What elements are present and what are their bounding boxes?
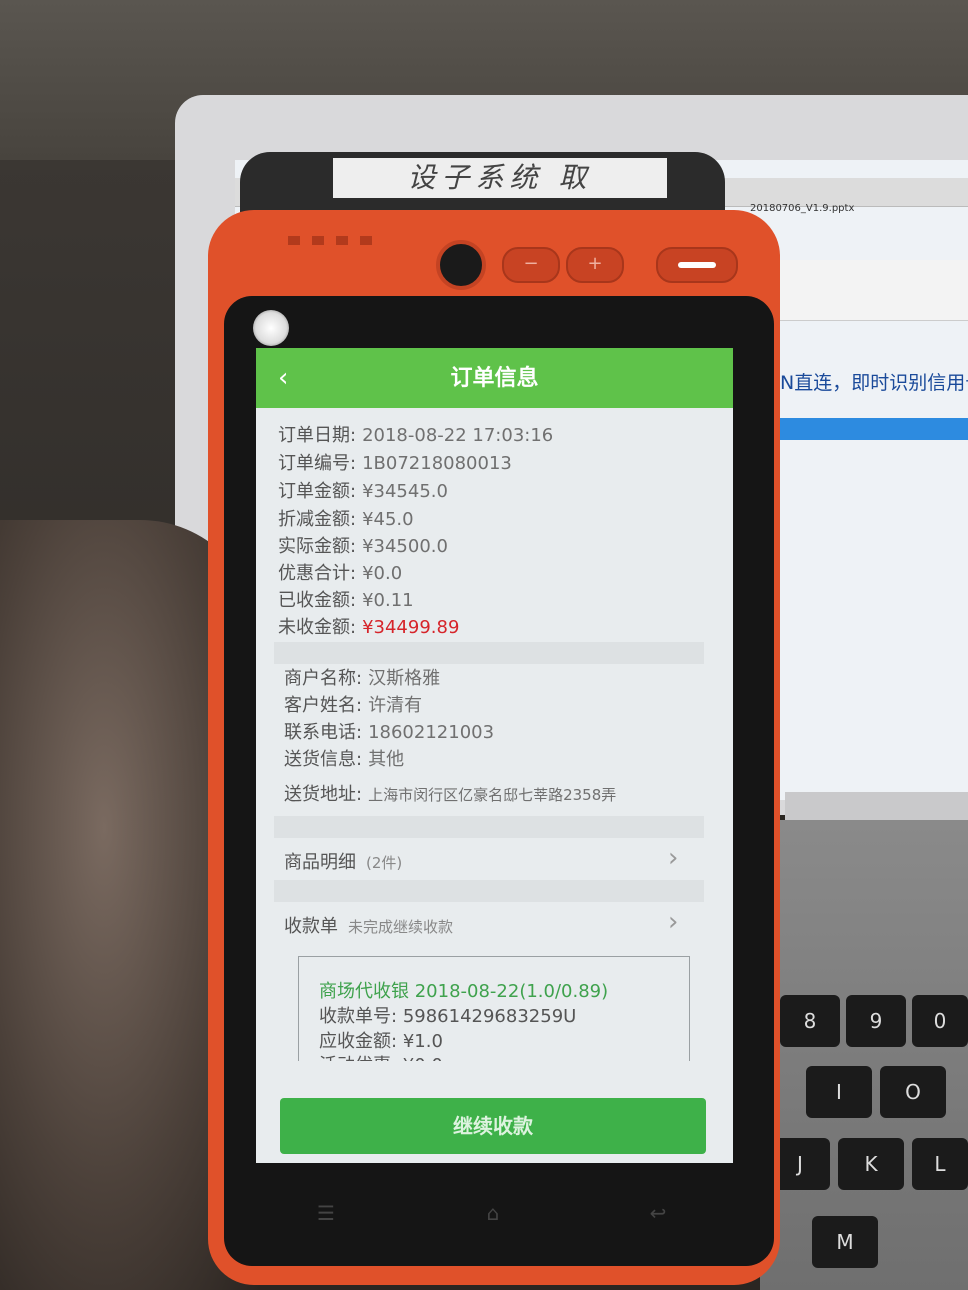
speaker-dots [288,230,384,249]
order-amount-row: 订单金额: ¥34545.0 [278,477,448,504]
phone-value: 18602121003 [368,722,495,743]
volume-down-button[interactable]: − [502,247,560,283]
flash-glare [253,310,289,346]
order-no-value: 1B07218080013 [362,453,512,474]
section-divider [274,642,704,664]
camera-icon [436,240,486,290]
key-9: 9 [846,995,906,1047]
discount-value: ¥45.0 [362,509,414,530]
product-details-label: 商品明细 (2件) [284,848,402,874]
key-m: M [812,1216,878,1268]
home-icon[interactable]: ⌂ [475,1201,511,1225]
received-label: 已收金额: [278,590,357,611]
order-amount-value: ¥34545.0 [362,481,448,502]
chevron-right-icon: › [668,907,679,937]
receipt-no-label: 收款单号: [319,1006,398,1027]
discount-label: 折减金额: [278,509,357,530]
page-title: 订单信息 [450,366,539,391]
app-bar: ‹ 订单信息 [256,348,733,408]
order-no-label: 订单编号: [278,453,357,474]
merchant-label: 商户名称: [284,668,363,689]
payment-row[interactable]: 收款单 未完成继续收款 › [274,900,704,950]
menu-icon[interactable]: ☰ [308,1201,344,1225]
delivery-row: 送货信息: 其他 [284,745,404,772]
key-0: 0 [912,995,968,1047]
actual-amount-value: ¥34500.0 [362,536,448,557]
promo-label: 优惠合计: [278,563,357,584]
phone-row: 联系电话: 18602121003 [284,718,494,745]
due-amount-row: 应收金额: ¥1.0 [319,1027,443,1053]
unreceived-value: ¥34499.89 [362,617,460,638]
device-label: 设子系统 取 [333,158,667,198]
laptop-ribbon [770,260,968,321]
chevron-right-icon: › [668,843,679,873]
received-row: 已收金额: ¥0.11 [278,586,414,613]
discount-row: 折减金额: ¥45.0 [278,505,414,532]
product-count: (2件) [366,854,403,872]
order-amount-label: 订单金额: [278,481,357,502]
merchant-value: 汉斯格雅 [368,668,441,689]
address-value: 上海市闵行区亿豪名邸七莘路2358弄 [368,786,617,804]
laptop-slide-bar [780,418,968,440]
laptop-slide-text: N直连，即时识别信用卡 [780,372,968,394]
partial-row: 活动优惠: ¥0.0 [319,1051,443,1061]
unreceived-label: 未收金额: [278,617,357,638]
laptop-dock [785,792,968,822]
volume-up-button[interactable]: + [566,247,624,283]
product-details-row[interactable]: 商品明细 (2件) › [274,836,704,886]
receipt-no-value: 59861429683259U [402,1006,577,1027]
actual-amount-row: 实际金额: ¥34500.0 [278,532,448,559]
merchant-row: 商户名称: 汉斯格雅 [284,664,440,691]
customer-name-row: 客户姓名: 许清有 [284,691,422,718]
received-value: ¥0.11 [362,590,414,611]
customer-name-value: 许清有 [368,695,423,716]
due-amount-label: 应收金额: [319,1031,398,1052]
unreceived-row: 未收金额: ¥34499.89 [278,613,459,640]
actual-amount-label: 实际金额: [278,536,357,557]
continue-payment-button[interactable]: 继续收款 [280,1098,706,1154]
payment-card: 商场代收银 2018-08-22(1.0/0.89) 收款单号: 5986142… [298,956,690,1061]
payment-card-header: 商场代收银 2018-08-22(1.0/0.89) [319,981,609,1002]
order-date-value: 2018-08-22 17:03:16 [362,425,554,446]
payment-label: 收款单 未完成继续收款 [284,912,453,938]
delivery-label: 送货信息: [284,749,363,770]
section-divider [274,880,704,902]
section-divider [274,816,704,838]
key-l: L [912,1138,968,1190]
key-8: 8 [780,995,840,1047]
back-icon[interactable]: ↩ [640,1201,676,1225]
phone-label: 联系电话: [284,722,363,743]
key-k: K [838,1138,904,1190]
product-details-text: 商品明细 [284,852,356,873]
power-button[interactable] [656,247,738,283]
order-date-label: 订单日期: [278,425,357,446]
delivery-value: 其他 [368,749,405,770]
due-amount-value: ¥1.0 [402,1031,443,1052]
promo-value: ¥0.0 [362,563,403,584]
address-row: 送货地址: 上海市闵行区亿豪名邸七莘路2358弄 [284,780,616,807]
promo-row: 优惠合计: ¥0.0 [278,559,402,586]
receipt-no-row: 收款单号: 59861429683259U [319,1002,576,1028]
payment-text: 收款单 [284,916,338,937]
order-date-row: 订单日期: 2018-08-22 17:03:16 [278,421,553,448]
android-navbar: ☰ ⌂ ↩ [260,1195,720,1235]
address-label: 送货地址: [284,784,363,805]
key-i: I [806,1066,872,1118]
laptop-filename: 20180706_V1.9.pptx [750,203,855,214]
order-no-row: 订单编号: 1B07218080013 [278,449,512,476]
key-o: O [880,1066,946,1118]
payment-status: 未完成继续收款 [348,918,454,936]
customer-name-label: 客户姓名: [284,695,363,716]
